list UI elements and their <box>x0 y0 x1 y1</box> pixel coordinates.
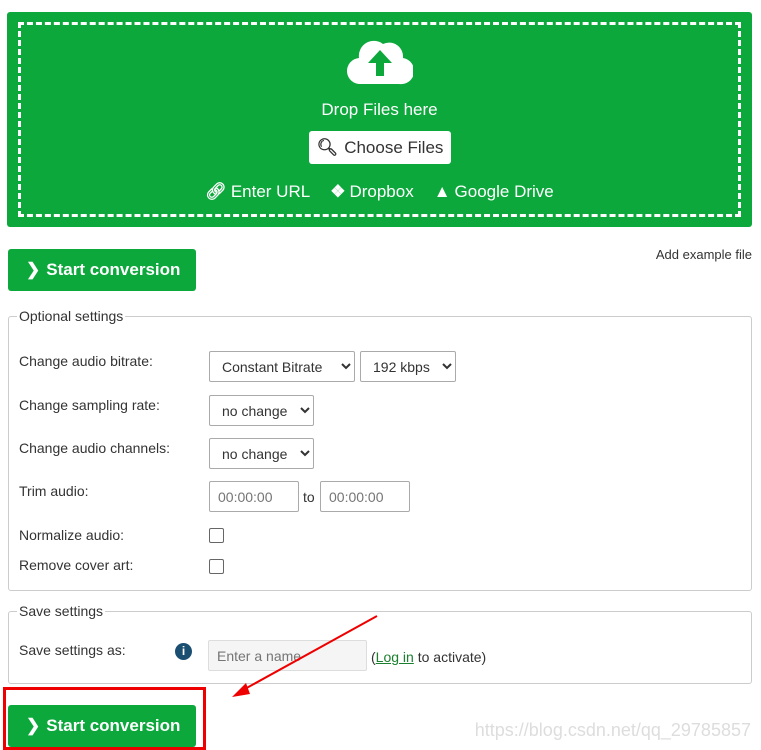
start-conversion-label: Start conversion <box>46 716 181 735</box>
annotation-arrow <box>232 615 378 697</box>
watermark: https://blog.csdn.net/qq_29785857 <box>474 720 751 740</box>
chevron-right-icon: ❯ <box>26 716 41 735</box>
start-conversion-button-bottom[interactable]: ❯ Start conversion <box>8 705 196 747</box>
